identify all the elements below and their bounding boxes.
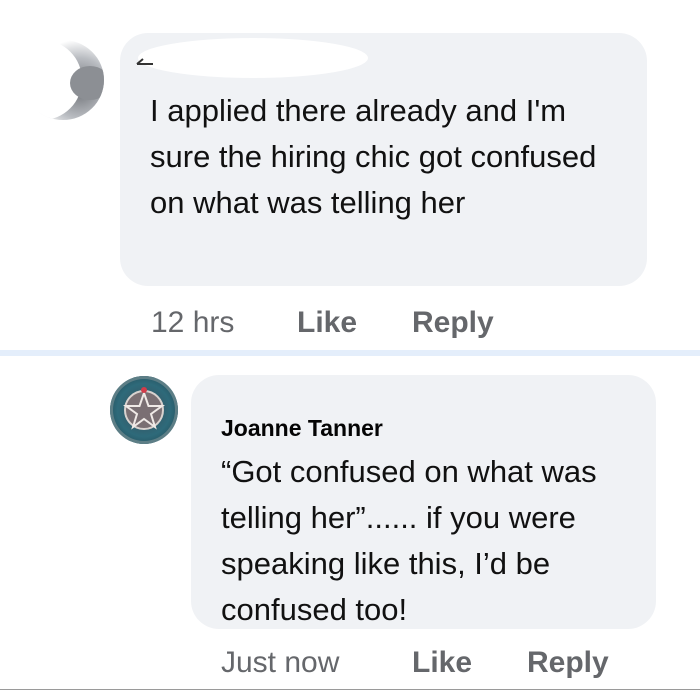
comment-timestamp[interactable]: Just now [221, 646, 339, 680]
comment-2-reply: Joanne Tanner “Got confused on what was … [0, 356, 700, 700]
like-button[interactable]: Like [297, 306, 357, 340]
comment-actions: 12 hrs Like Reply [0, 306, 700, 346]
redaction-mark [136, 58, 153, 65]
avatar[interactable] [22, 40, 104, 120]
reply-button[interactable]: Reply [527, 646, 609, 680]
avatar-image-fragment [70, 66, 104, 100]
comment-1: I applied there already and I'm sure the… [0, 0, 700, 350]
pentacle-avatar-icon [122, 387, 166, 430]
comment-text: “Got confused on what was telling her”..… [221, 454, 597, 627]
comment-actions: Just now Like Reply [0, 646, 700, 686]
author-name-redaction [138, 38, 368, 78]
comment-author[interactable]: Joanne Tanner [221, 415, 383, 442]
like-button[interactable]: Like [412, 646, 472, 680]
avatar[interactable] [110, 376, 178, 444]
reply-button[interactable]: Reply [412, 306, 494, 340]
comment-text: I applied there already and I'm sure the… [150, 93, 597, 220]
comment-timestamp[interactable]: 12 hrs [151, 306, 234, 340]
bottom-divider [0, 689, 700, 690]
comment-bubble: Joanne Tanner “Got confused on what was … [191, 375, 656, 629]
